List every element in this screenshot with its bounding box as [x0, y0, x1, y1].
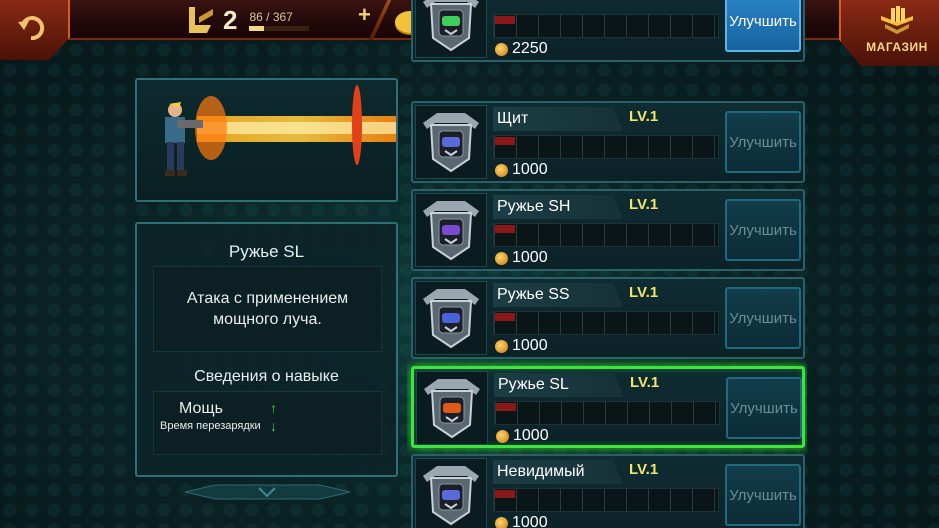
skill-progress-bars [494, 401, 720, 425]
skill-row[interactable]: Невидимый LV.1 1000 Улучшить [411, 454, 805, 528]
skill-name: Щит [493, 107, 623, 131]
coin-icon [495, 516, 508, 528]
skill-progress-bars [493, 311, 719, 335]
coin-icon [495, 163, 508, 177]
skill-description-box: Атака с применением мощного луча. [153, 266, 382, 352]
skill-row[interactable]: Ружье SS LV.1 1000 Улучшить [411, 277, 805, 359]
skill-cost-value: 1000 [513, 427, 549, 444]
skill-row[interactable]: Ружье SL LV.1 1000 Улучшить [411, 366, 805, 448]
skill-name: Ружье SS [493, 283, 623, 307]
coin-icon [495, 339, 508, 353]
skill-list[interactable]: 2250 Улучшить Щит LV.1 1000 Улучшить Руж… [407, 0, 807, 528]
xp-text: 86 / 367 [249, 9, 293, 24]
invisible-emblem-icon [415, 458, 487, 528]
skill-level: LV.1 [629, 196, 659, 213]
laser-emblem-icon [416, 371, 488, 445]
skill-cost-value: 1000 [512, 161, 548, 178]
skill-progress-bars [493, 223, 719, 247]
upgrade-button[interactable]: Улучшить [725, 464, 801, 526]
skill-level: LV.1 [629, 284, 659, 301]
add-xp-icon[interactable]: + [358, 2, 371, 28]
panel-divider-ornament [184, 484, 351, 500]
skill-row[interactable]: Щит LV.1 1000 Улучшить [411, 101, 805, 183]
laser-preview-illustration [165, 85, 396, 176]
skill-name: Ружье SH [493, 195, 623, 219]
skill-name: Невидимый [493, 460, 623, 484]
shop-label: МАГАЗИН [866, 40, 928, 54]
skill-level: LV.1 [629, 461, 659, 478]
stat-power-label: Мощь [179, 400, 223, 417]
skill-title: Ружье SL [228, 242, 305, 261]
skill-name: Ружье SL [494, 373, 624, 397]
skill-level: LV.1 [629, 108, 659, 125]
coin-icon [496, 429, 509, 443]
upgrade-button[interactable]: Улучшить [725, 111, 801, 173]
coin-icon [495, 251, 508, 265]
upgrade-button[interactable]: Улучшить [726, 377, 802, 439]
player-level: 2 86 / 367 [185, 4, 310, 36]
back-arrow-icon [18, 16, 45, 41]
shield-emblem-icon [415, 105, 487, 179]
skill-cost: 1000 [496, 427, 549, 445]
arrow-down-icon: ↓ [270, 418, 277, 434]
skill-cost-value: 1000 [512, 337, 548, 354]
skill-row[interactable]: 2250 Улучшить [411, 0, 805, 62]
upgrade-button[interactable]: Улучшить [725, 199, 801, 261]
rifle-emblem-icon [415, 281, 487, 355]
skill-preview [135, 78, 398, 202]
skill-cost: 1000 [495, 337, 548, 355]
skill-details-heading: Сведения о навыке [194, 368, 339, 385]
green-chevron-icon [415, 0, 487, 58]
skill-info-panel: Ружье SL Атака с применением мощного луч… [135, 222, 398, 477]
skill-stats-box: Мощь ↑ Время перезарядки ↓ [153, 391, 382, 455]
shop-bullets-icon [881, 6, 913, 34]
skill-level: LV.1 [630, 374, 660, 391]
shop-button[interactable]: МАГАЗИН [839, 0, 939, 66]
upgrade-button[interactable]: Улучшить [725, 287, 801, 349]
player-level-number: 2 [223, 4, 238, 35]
skill-cost: 1000 [495, 514, 548, 528]
skill-progress-bars [493, 135, 719, 159]
rank-chevron-icon [189, 7, 213, 33]
skill-description: Атака с применением мощного луча. [186, 290, 349, 328]
skill-cost-value: 2250 [512, 40, 548, 57]
skill-progress-bars [493, 488, 719, 512]
skill-progress-bars [493, 14, 719, 38]
upgrade-button[interactable]: Улучшить [725, 0, 801, 52]
coin-icon [495, 42, 508, 56]
xp-bar [249, 25, 310, 31]
skill-cost-value: 1000 [512, 514, 548, 528]
arrow-up-icon: ↑ [270, 400, 277, 416]
shotgun-emblem-icon [415, 193, 487, 267]
skill-row[interactable]: Ружье SH LV.1 1000 Улучшить [411, 189, 805, 271]
stat-cooldown-label: Время перезарядки [160, 420, 261, 432]
skill-cost: 1000 [495, 161, 548, 179]
skill-cost: 2250 [495, 40, 548, 58]
skill-cost: 1000 [495, 249, 548, 267]
skill-cost-value: 1000 [512, 249, 548, 266]
